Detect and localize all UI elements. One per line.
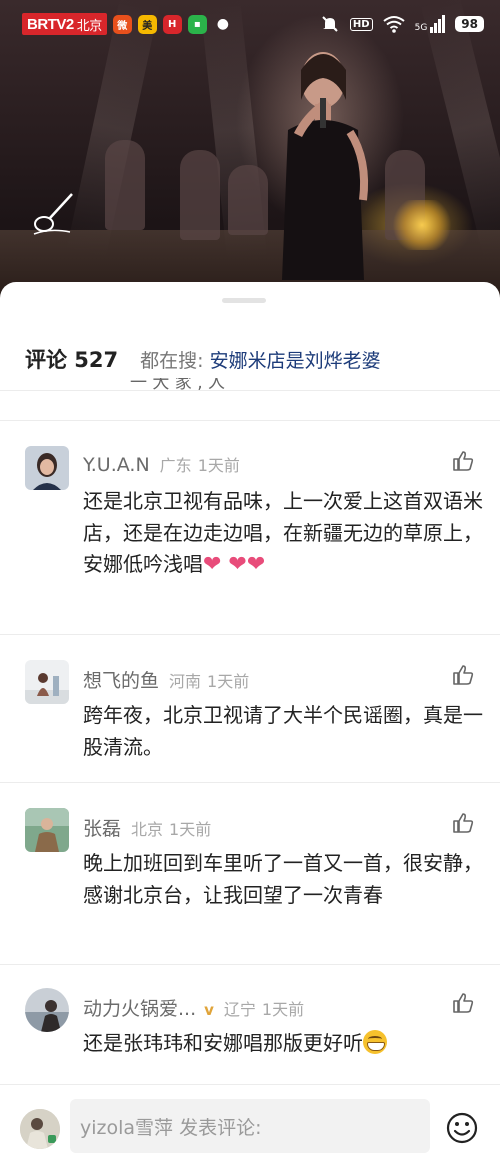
like-thumb-icon[interactable] [452, 450, 474, 472]
comment-text: 跨年夜，北京卫视请了大半个民谣圈，真是一股清流。 [83, 703, 483, 759]
comment-time: 1天前 [169, 820, 212, 839]
commenter-name[interactable]: Y.U.A.N [83, 454, 150, 476]
comment-input-bar: yizola雪萍 发表评论: [0, 1084, 500, 1166]
comment-text: 还是张玮玮和安娜唱那版更好听 [83, 1028, 483, 1060]
commenter-name[interactable]: 动力火锅爱... [83, 994, 196, 1021]
status-bar: BRTV2 北京 微 美 H ▪ ● HD 5G 98 [0, 0, 500, 48]
more-dot-icon: ● [216, 16, 229, 32]
weibo-icon: 微 [112, 14, 132, 34]
divider [0, 782, 500, 783]
comment-item: 张磊 北京 1天前 晚上加班回到车里听了一首又一首，很安静，感谢北京台，让我回望… [0, 808, 500, 963]
huawei-app-icon: H [162, 14, 182, 34]
commenter-region: 河南 [169, 672, 202, 691]
stage-gold-lights [392, 200, 452, 250]
comment-text: 晚上加班回到车里听了一首又一首，很安静，感谢北京台，让我回望了一次青春 [83, 851, 483, 907]
video-player[interactable]: BRTV2 北京 微 美 H ▪ ● HD 5G 98 [0, 0, 500, 300]
like-thumb-icon[interactable] [452, 992, 474, 1014]
hot-search-link[interactable]: 安娜米店是刘烨老婆 [210, 346, 381, 373]
comment-hearts: ❤ ❤❤ [203, 552, 266, 577]
partial-scrolled-text: 一 大 家 , 人 [130, 378, 226, 390]
hot-search-prefix: 都在搜: [140, 349, 204, 372]
comment-item: 想飞的鱼 河南 1天前 跨年夜，北京卫视请了大半个民谣圈，真是一股清流。 [0, 660, 500, 780]
like-thumb-icon[interactable] [452, 664, 474, 686]
cellular-signal-icon: 5G [415, 15, 446, 33]
channel-city: 北京 [76, 17, 103, 33]
grin-emoji-icon [363, 1030, 387, 1054]
comment-time: 1天前 [197, 456, 240, 475]
network-type: 5G [414, 23, 428, 33]
wechat-icon: ▪ [187, 14, 207, 34]
channel-name: BRTV2 [27, 15, 74, 33]
vip-badge-icon: ⅴ [204, 1001, 214, 1019]
comment-text: 还是北京卫视有品味，上一次爱上这首双语米店，还是在边走边唱，在新疆无边的草原上，… [83, 486, 483, 581]
divider [0, 420, 500, 421]
comment-sheet: 评论 527 都在搜: 安娜米店是刘烨老婆 一 大 家 , 人 Y.U.A.N … [0, 282, 500, 1166]
avatar[interactable] [25, 446, 69, 490]
wifi-icon [382, 16, 405, 33]
hd-badge: HD [349, 17, 373, 31]
divider [0, 634, 500, 635]
commenter-region: 辽宁 [223, 1000, 256, 1019]
mute-bell-icon [322, 16, 338, 32]
divider [0, 964, 500, 965]
emoji-smile-icon[interactable] [445, 1111, 479, 1145]
guitar-logo-icon [33, 193, 73, 235]
comment-count: 评论 527 [25, 348, 119, 372]
sheet-drag-handle[interactable] [222, 298, 266, 303]
comment-input-placeholder: yizola雪萍 发表评论: [80, 1116, 262, 1139]
comment-text-body: 还是张玮玮和安娜唱那版更好听 [83, 1031, 363, 1055]
like-thumb-icon[interactable] [452, 812, 474, 834]
band-member [105, 140, 145, 230]
commenter-region: 广东 [159, 456, 192, 475]
user-avatar[interactable] [20, 1109, 60, 1149]
avatar[interactable] [25, 660, 69, 704]
comment-time: 1天前 [207, 672, 250, 691]
comment-time: 1天前 [261, 1000, 305, 1019]
commenter-name[interactable]: 张磊 [83, 814, 121, 841]
comment-input[interactable]: yizola雪萍 发表评论: [70, 1099, 430, 1153]
meituan-icon: 美 [137, 14, 157, 34]
comment-item: Y.U.A.N 广东 1天前 还是北京卫视有品味，上一次爱上这首双语米店，还是在… [0, 446, 500, 636]
channel-logo: BRTV2 北京 [22, 13, 107, 35]
avatar[interactable] [25, 808, 69, 852]
avatar[interactable] [25, 988, 69, 1032]
comment-text-body: 还是北京卫视有品味，上一次爱上这首双语米店，还是在边走边唱，在新疆无边的草原上，… [83, 489, 483, 576]
comment-item: 动力火锅爱... ⅴ 辽宁 1天前 还是张玮玮和安娜唱那版更好听 [0, 988, 500, 1088]
comment-header: 评论 527 都在搜: 安娜米店是刘烨老婆 [0, 334, 500, 384]
band-member [228, 165, 268, 235]
singer-figure [282, 52, 369, 280]
battery-indicator: 98 [455, 16, 484, 32]
commenter-name[interactable]: 想飞的鱼 [83, 666, 159, 693]
divider [0, 390, 500, 391]
commenter-region: 北京 [131, 820, 164, 839]
band-member [180, 150, 220, 240]
